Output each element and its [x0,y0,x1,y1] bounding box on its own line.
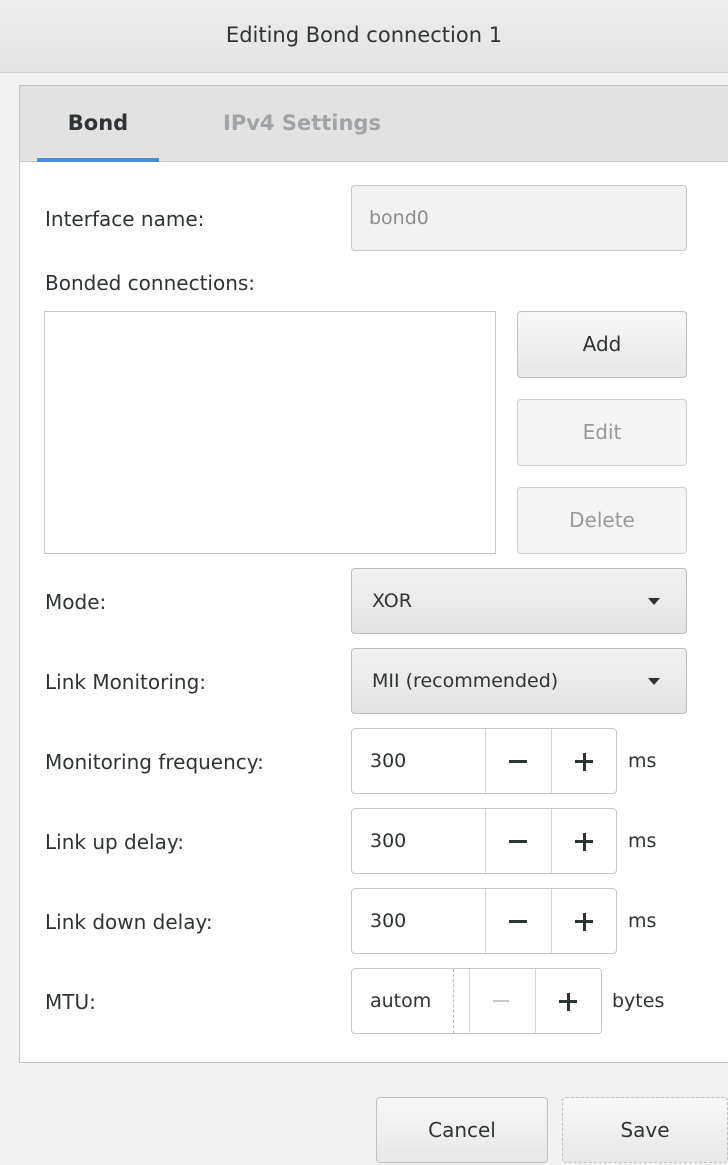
link-monitoring-label: Link Monitoring: [45,670,207,694]
dialog-window: Editing Bond connection 1 Bond IPv4 Sett… [0,0,728,1165]
mtu-input[interactable]: autom [352,969,454,1033]
link-up-delay-spinner: 300 [351,808,617,874]
delete-button[interactable]: Delete [517,487,687,554]
tab-bar: Bond IPv4 Settings [20,86,728,162]
link-down-delay-decrement-button[interactable] [485,889,551,953]
link-up-delay-input[interactable]: 300 [352,809,485,873]
bonded-connections-list[interactable] [44,311,496,554]
monitoring-frequency-unit: ms [628,750,657,772]
link-down-delay-label: Link down delay: [45,910,213,934]
link-down-delay-spinner: 300 [351,888,617,954]
link-up-delay-increment-button[interactable] [551,809,617,873]
mtu-label: MTU: [45,990,96,1014]
window-title: Editing Bond connection 1 [0,0,728,73]
link-up-delay-unit: ms [628,830,657,852]
link-up-delay-decrement-button[interactable] [485,809,551,873]
interface-name-label: Interface name: [45,207,205,231]
link-down-delay-input[interactable]: 300 [352,889,485,953]
monitoring-frequency-increment-button[interactable] [551,729,617,793]
link-down-delay-unit: ms [628,910,657,932]
link-down-delay-increment-button[interactable] [551,889,617,953]
link-monitoring-combo[interactable]: MII (recommended) [351,648,687,714]
tab-bond[interactable]: Bond [37,86,159,162]
tab-ipv4-settings[interactable]: IPv4 Settings [182,86,422,161]
mode-value: XOR [372,590,412,612]
monitoring-frequency-spinner: 300 [351,728,617,794]
mtu-spinner: autom [351,968,602,1034]
mode-combo[interactable]: XOR [351,568,687,634]
monitoring-frequency-label: Monitoring frequency: [45,750,264,774]
cancel-button[interactable]: Cancel [376,1097,548,1163]
minus-icon [493,1000,509,1002]
mtu-decrement-button[interactable] [469,969,535,1033]
save-button[interactable]: Save [562,1097,728,1163]
mtu-increment-button[interactable] [535,969,601,1033]
monitoring-frequency-decrement-button[interactable] [485,729,551,793]
bonded-connections-label: Bonded connections: [45,271,256,295]
edit-button[interactable]: Edit [517,399,687,466]
mode-label: Mode: [45,590,107,614]
add-button[interactable]: Add [517,311,687,378]
link-monitoring-value: MII (recommended) [372,670,559,692]
minus-icon [509,840,527,843]
minus-icon [509,920,527,923]
link-up-delay-label: Link up delay: [45,830,184,854]
chevron-down-icon [648,678,660,685]
interface-name-input[interactable] [351,185,687,251]
chevron-down-icon [648,598,660,605]
minus-icon [509,760,527,763]
monitoring-frequency-input[interactable]: 300 [352,729,485,793]
mtu-unit: bytes [612,990,665,1012]
